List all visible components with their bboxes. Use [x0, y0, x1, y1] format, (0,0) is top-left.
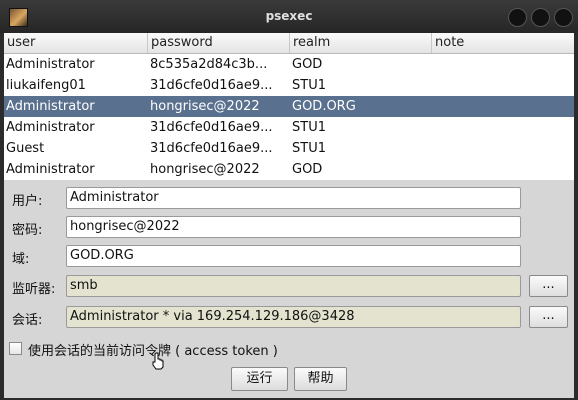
table-row[interactable]: Administrator hongrisec@2022 GOD.ORG: [4, 96, 574, 117]
help-button[interactable]: 帮助: [294, 367, 347, 391]
session-field[interactable]: Administrator * via 169.254.129.186@3428: [66, 306, 521, 328]
session-browse-button[interactable]: ...: [529, 306, 568, 328]
cell-user: liukaifeng01: [6, 78, 86, 93]
cell-password: hongrisec@2022: [150, 162, 260, 177]
cell-user: Administrator: [6, 120, 95, 135]
column-header-note[interactable]: note: [432, 33, 574, 53]
column-header-realm[interactable]: realm: [290, 33, 432, 53]
maximize-button[interactable]: [531, 8, 550, 27]
table-row[interactable]: Guest 31d6cfe0d16ae9... STU1: [4, 138, 574, 159]
session-label: 会话:: [12, 313, 43, 328]
column-header-password[interactable]: password: [148, 33, 290, 53]
dialog-body: user password realm note Administrator 8c…: [4, 33, 574, 398]
cell-password: 31d6cfe0d16ae9...: [150, 120, 273, 135]
listener-browse-button[interactable]: ...: [529, 275, 568, 297]
table-header: user password realm note: [4, 33, 574, 54]
user-label: 用户:: [12, 194, 43, 209]
cell-realm: STU1: [292, 78, 326, 93]
domain-label: 域:: [12, 252, 30, 267]
hand-cursor-icon: [152, 352, 164, 370]
cell-realm: GOD: [292, 57, 323, 72]
table-row[interactable]: Administrator hongrisec@2022 GOD: [4, 159, 574, 180]
run-button[interactable]: 运行: [231, 367, 288, 391]
access-token-checkbox[interactable]: [9, 342, 22, 355]
cell-note: [432, 117, 574, 138]
cell-user: Administrator: [6, 162, 95, 177]
credentials-table[interactable]: user password realm note Administrator 8c…: [4, 33, 574, 180]
cell-realm: GOD: [292, 162, 323, 177]
password-label: 密码:: [12, 223, 43, 238]
cell-user: Guest: [6, 141, 45, 156]
cell-realm: STU1: [292, 120, 326, 135]
cell-note: [432, 75, 574, 96]
title-bar: psexec: [0, 0, 578, 33]
listener-field[interactable]: smb: [66, 275, 521, 297]
cell-password: 31d6cfe0d16ae9...: [150, 78, 273, 93]
column-header-user[interactable]: user: [4, 33, 148, 53]
cell-realm: GOD.ORG: [292, 99, 356, 114]
table-row[interactable]: Administrator 31d6cfe0d16ae9... STU1: [4, 117, 574, 138]
domain-field[interactable]: GOD.ORG: [66, 245, 521, 267]
cell-note: [432, 138, 574, 159]
cell-user: Administrator: [6, 99, 95, 114]
cell-note: [432, 54, 574, 75]
window-title: psexec: [265, 9, 313, 23]
table-row[interactable]: liukaifeng01 31d6cfe0d16ae9... STU1: [4, 75, 574, 96]
cell-password: 8c535a2d84c3b...: [150, 57, 268, 72]
listener-label: 监听器:: [12, 282, 56, 297]
user-field[interactable]: Administrator: [66, 187, 521, 209]
cell-user: Administrator: [6, 57, 95, 72]
table-row[interactable]: Administrator 8c535a2d84c3b... GOD: [4, 54, 574, 75]
minimize-button[interactable]: [508, 8, 527, 27]
close-button[interactable]: [554, 8, 573, 27]
password-field[interactable]: hongrisec@2022: [66, 216, 521, 238]
cell-password: 31d6cfe0d16ae9...: [150, 141, 273, 156]
cell-password: hongrisec@2022: [150, 99, 260, 114]
cell-note: [432, 159, 574, 180]
cell-realm: STU1: [292, 141, 326, 156]
cell-note: [432, 96, 574, 117]
